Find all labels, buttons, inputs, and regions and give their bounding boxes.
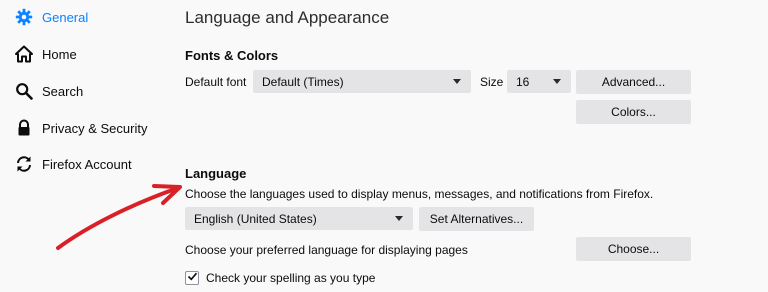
sidebar-item-label: General bbox=[42, 9, 89, 25]
size-label: Size bbox=[480, 75, 504, 89]
page-title: Language and Appearance bbox=[185, 8, 390, 27]
sidebar-item-search[interactable]: Search bbox=[14, 80, 83, 102]
language-heading: Language bbox=[185, 166, 247, 181]
main-panel: Language and Appearance Fonts & Colors D… bbox=[185, 0, 768, 292]
default-font-value: Default (Times) bbox=[262, 74, 344, 89]
lock-icon bbox=[14, 118, 34, 138]
ui-language-select[interactable]: English (United States) bbox=[185, 207, 413, 230]
sidebar: General Home Search Privacy & Security F… bbox=[0, 0, 170, 292]
spellcheck-label: Check your spelling as you type bbox=[206, 271, 376, 285]
advanced-button[interactable]: Advanced... bbox=[576, 70, 691, 94]
ui-language-value: English (United States) bbox=[194, 211, 317, 226]
chevron-down-icon bbox=[453, 79, 461, 84]
search-icon bbox=[14, 81, 34, 101]
sidebar-item-firefox-account[interactable]: Firefox Account bbox=[14, 153, 132, 175]
font-size-select[interactable]: 16 bbox=[507, 70, 571, 93]
choose-button[interactable]: Choose... bbox=[576, 237, 691, 261]
sidebar-item-label: Firefox Account bbox=[42, 156, 132, 172]
home-icon bbox=[14, 44, 34, 64]
chevron-down-icon bbox=[553, 79, 561, 84]
sync-icon bbox=[14, 154, 34, 174]
chevron-down-icon bbox=[395, 216, 403, 221]
sidebar-item-label: Search bbox=[42, 83, 84, 99]
sidebar-item-general[interactable]: General bbox=[14, 6, 88, 28]
spellcheck-checkbox[interactable] bbox=[185, 271, 199, 285]
colors-button[interactable]: Colors... bbox=[576, 100, 691, 124]
sidebar-item-label: Privacy & Security bbox=[42, 120, 148, 136]
sidebar-item-privacy[interactable]: Privacy & Security bbox=[14, 117, 147, 139]
fonts-colors-heading: Fonts & Colors bbox=[185, 48, 279, 63]
sidebar-item-label: Home bbox=[42, 46, 77, 62]
sidebar-item-home[interactable]: Home bbox=[14, 43, 77, 65]
font-size-value: 16 bbox=[516, 74, 530, 89]
default-font-label: Default font bbox=[185, 75, 247, 89]
page-language-label: Choose your preferred language for displ… bbox=[185, 243, 468, 257]
language-description: Choose the languages used to display men… bbox=[185, 187, 654, 201]
gear-icon bbox=[14, 7, 34, 27]
default-font-select[interactable]: Default (Times) bbox=[253, 70, 471, 93]
set-alternatives-button[interactable]: Set Alternatives... bbox=[419, 207, 534, 231]
checkmark-icon bbox=[187, 269, 198, 287]
